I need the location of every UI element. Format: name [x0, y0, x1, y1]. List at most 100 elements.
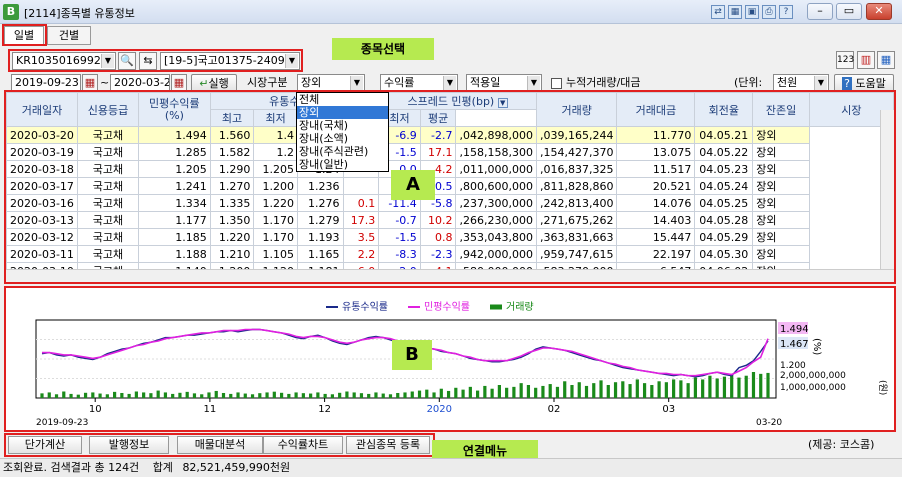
dropdown-item[interactable]: 장내(국채)	[297, 119, 388, 132]
horizontal-scrollbar[interactable]	[6, 269, 894, 282]
cumulative-checkbox[interactable]	[551, 78, 562, 89]
chevron-down-icon[interactable]: ▼	[443, 76, 456, 90]
sort-icon[interactable]: 123	[836, 51, 854, 69]
col-mp-yield[interactable]: 민평수익률 (%)	[138, 92, 211, 127]
cell-date: 2020-03-12	[6, 228, 78, 246]
name-value: [19-5]국고01375-2409	[164, 54, 285, 67]
col-date[interactable]: 거래일자	[6, 92, 78, 127]
x-tick-label: 2020	[427, 404, 452, 415]
cell-s3: -2.3	[419, 245, 457, 263]
cell-turn: 15.447	[616, 228, 696, 246]
volume-bar	[352, 392, 356, 398]
volume-bar	[163, 392, 168, 398]
dropdown-item[interactable]: 전체	[297, 93, 388, 106]
grid-icon[interactable]: ▦	[877, 51, 895, 69]
volume-bar	[345, 391, 349, 398]
table-row[interactable]: 2020-03-17국고채1.2411.2701.2001.236-4.1-0.…	[6, 177, 894, 195]
col-amount[interactable]: 거래대금	[616, 92, 696, 127]
dropdown-item[interactable]: 장외	[297, 106, 388, 119]
market-dropdown-list[interactable]: 전체 장외 장내(국채) 장내(소액) 장내(주식관련) 장내(일반)	[296, 92, 389, 172]
cell-date: 2020-03-16	[6, 194, 78, 212]
help-icon[interactable]: ?	[779, 5, 793, 19]
chevron-down-icon[interactable]: ▼	[527, 76, 540, 90]
price-calc-button[interactable]: 단가계산	[8, 436, 82, 454]
cell-turn: 22.197	[616, 245, 696, 263]
date-from-input[interactable]: 2019-09-23	[11, 74, 81, 92]
table-row[interactable]: 2020-03-18국고채1.2051.2901.2051.240.04.2,0…	[6, 160, 894, 178]
dropdown-item[interactable]: 장내(소액)	[297, 132, 388, 145]
col-remaining[interactable]: 잔존일	[752, 92, 810, 127]
table-row[interactable]: 2020-03-13 국고채 1.177 1.350 1.170 1.279 17.3 -0.…	[6, 211, 894, 229]
data-grid[interactable]: 거래일자 신용등급 민평수익률 (%) 유통수익률 스프레드 민평(bp) ▼ …	[6, 92, 894, 282]
cell-hi: 1.350	[209, 211, 255, 229]
restore-button[interactable]: ▭	[836, 3, 862, 20]
vertical-scrollbar[interactable]	[880, 110, 894, 270]
cell-hi: 1.335	[209, 194, 255, 212]
print-icon[interactable]: ⎙	[762, 5, 776, 19]
save-icon[interactable]: ▣	[745, 5, 759, 19]
market-select[interactable]: 장외 ▼	[297, 74, 365, 92]
minimize-button[interactable]: –	[807, 3, 833, 20]
date-to-input[interactable]: 2020-03-20	[110, 74, 170, 92]
table-row[interactable]: 2020-03-16 국고채 1.334 1.335 1.220 1.276 0.1 -11.…	[6, 194, 894, 212]
volume-bar	[105, 394, 109, 398]
volume-bar	[679, 380, 683, 398]
calendar-icon[interactable]: ▦	[171, 74, 187, 92]
excel-icon[interactable]: ▦	[728, 5, 742, 19]
cell-date: 2020-03-19	[6, 143, 78, 161]
cell-date: 2020-03-18	[6, 160, 78, 178]
volume-bar	[229, 393, 233, 398]
yield-chart[interactable]: 유통수익률 민평수익률 거래량 10 11 12 2020 02 03 2019-09-23 03-…	[6, 288, 894, 430]
cell-rem: 04.05.22	[694, 143, 754, 161]
table-row[interactable]: 2020-03-11 국고채 1.188 1.210 1.105 1.165 2.2 -8.3…	[6, 245, 894, 263]
annotation-a: A	[391, 170, 435, 200]
col-lo[interactable]: 최저	[253, 109, 298, 127]
tab-daily[interactable]: 일별	[4, 26, 44, 45]
apply-select[interactable]: 적용일 ▼	[466, 74, 542, 92]
run-button[interactable]: ↵실행	[191, 74, 237, 93]
cell-amt: ,242,813,400	[535, 194, 618, 212]
col-grade[interactable]: 신용등급	[76, 92, 140, 127]
link-icon[interactable]: ⇄	[711, 5, 725, 19]
table-row[interactable]: 2020-03-19국고채1.2851.5821.229.7-1.517.1,1…	[6, 143, 894, 161]
chart-icon[interactable]: ▥	[857, 51, 875, 69]
volume-bar	[584, 385, 589, 398]
calendar-icon[interactable]: ▦	[82, 74, 98, 92]
chevron-down-icon[interactable]: ▼	[285, 54, 298, 68]
cell-amt: ,959,747,615	[535, 245, 618, 263]
help-button[interactable]: ? 도움말	[834, 74, 894, 93]
col-volume[interactable]: 거래량	[535, 92, 618, 127]
table-row[interactable]: 2020-03-12 국고채 1.185 1.220 1.170 1.193 3.5 -1.5…	[6, 228, 894, 246]
cell-s1	[342, 177, 380, 195]
chevron-down-icon[interactable]: ▼	[814, 76, 827, 90]
dropdown-item[interactable]: 장내(일반)	[297, 158, 388, 171]
col-spread[interactable]: 스프레드 민평(bp) ▼	[378, 92, 537, 110]
yield-select[interactable]: 수익률 ▼	[380, 74, 458, 92]
col-s3[interactable]: 평균	[419, 109, 457, 127]
dropdown-item[interactable]: 장내(주식관련)	[297, 145, 388, 158]
cell-turn: 20.521	[616, 177, 696, 195]
cell-turn: 14.076	[616, 194, 696, 212]
supply-analysis-button[interactable]: 매물대분석	[177, 436, 263, 454]
chevron-down-icon[interactable]: ▼	[350, 76, 363, 90]
refresh-icon[interactable]: ⇆	[139, 52, 157, 70]
volume-bar	[642, 383, 647, 398]
yield-chart-button[interactable]: 수익률차트	[263, 436, 343, 454]
unit-select[interactable]: 천원 ▼	[773, 74, 829, 92]
watchlist-button[interactable]: 관심종목 등록	[346, 436, 430, 454]
col-hi[interactable]: 최고	[209, 109, 255, 127]
close-button[interactable]: ✕	[866, 3, 892, 20]
volume-bar	[272, 391, 276, 398]
chevron-down-icon[interactable]: ▼	[101, 54, 114, 68]
issue-info-button[interactable]: 발행정보	[89, 436, 169, 454]
cell-hi: 1.210	[209, 245, 255, 263]
chevron-down-icon[interactable]: ▼	[497, 98, 508, 108]
code-input[interactable]: KR1035016992 ▼	[12, 52, 116, 70]
volume-bar	[570, 385, 574, 398]
search-icon[interactable]: 🔍	[118, 52, 136, 70]
name-select[interactable]: [19-5]국고01375-2409 ▼	[160, 52, 300, 70]
col-turnover[interactable]: 회전율	[694, 92, 754, 127]
table-row[interactable]: 2020-03-20국고채1.4941.5601.46.6-6.9-2.7,04…	[6, 126, 894, 144]
tab-per-trade[interactable]: 건별	[47, 26, 91, 45]
volume-bar	[446, 390, 451, 398]
